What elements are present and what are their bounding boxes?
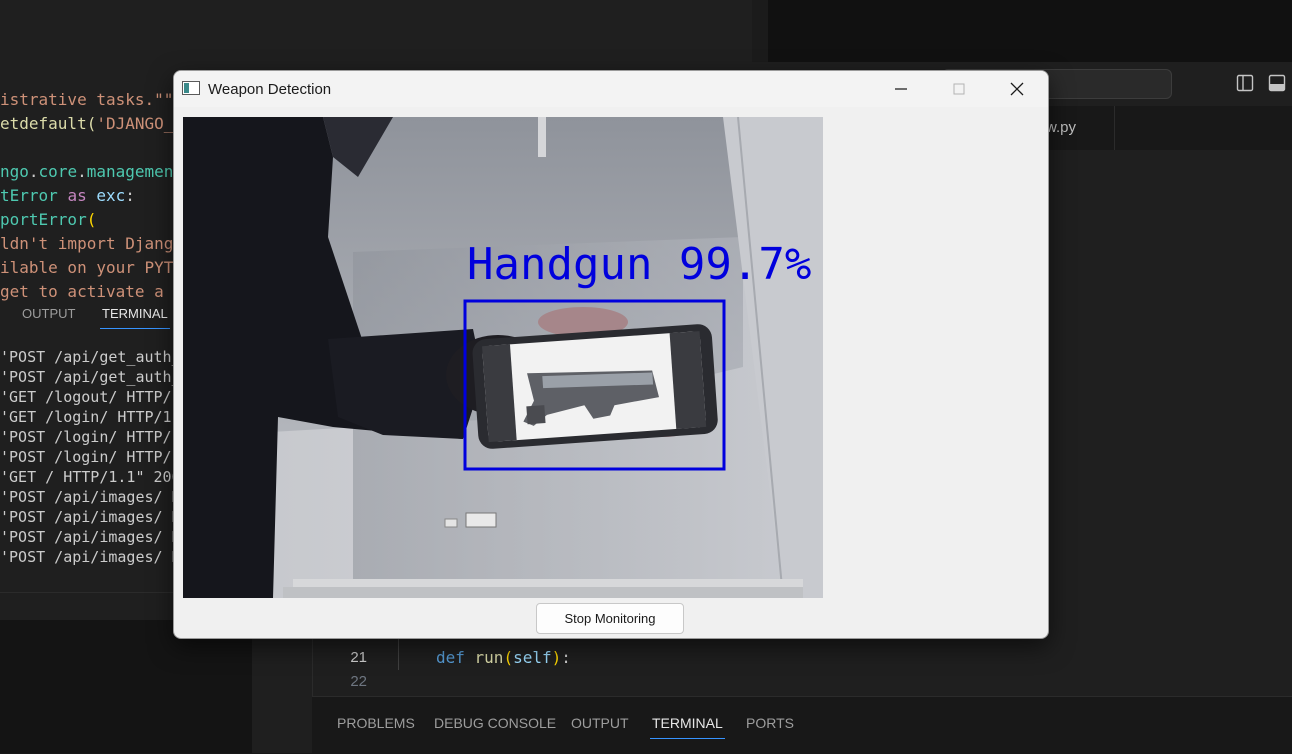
tab-output-left[interactable]: OUTPUT <box>22 306 75 321</box>
activity-bar-bottom <box>252 696 312 753</box>
terminal-line: 'GET /logout/ HTTP/1 <box>0 388 181 406</box>
tab-terminal-left[interactable]: TERMINAL <box>100 306 170 329</box>
code-token: portError <box>0 210 87 229</box>
code-token: tError <box>0 186 68 205</box>
code-token: ( <box>86 210 97 229</box>
window-title: Weapon Detection <box>208 81 332 98</box>
app-window-icon <box>182 81 200 95</box>
code-line: ngo.core.managemen <box>0 162 173 181</box>
tab-ports[interactable]: PORTS <box>746 715 794 731</box>
minimize-icon[interactable] <box>872 71 930 107</box>
tab-output[interactable]: OUTPUT <box>571 715 629 731</box>
code-line: ilable on your PYT <box>0 258 173 277</box>
terminal-line: 'GET / HTTP/1.1" 200 <box>0 468 181 486</box>
tab-problems[interactable]: PROBLEMS <box>337 715 415 731</box>
code-token: exc <box>96 186 126 205</box>
window-titlebar[interactable]: Weapon Detection <box>174 71 1048 107</box>
window-border <box>752 0 768 62</box>
detection-label: Handgun 99.7% <box>467 239 811 290</box>
code-token: managemen <box>86 162 174 181</box>
code-token: . <box>77 162 87 181</box>
code-token: ngo <box>0 162 29 181</box>
terminal-line: 'GET /login/ HTTP/1. <box>0 408 181 426</box>
toggle-sidebar-icon[interactable] <box>1236 74 1254 92</box>
code-token: ) <box>551 648 562 667</box>
terminal-line: 'POST /api/get_auth_ <box>0 368 181 386</box>
editor-tab-label: w.py <box>1046 119 1077 136</box>
code-token: istrative tasks."" <box>0 90 174 109</box>
code-line: tError as exc: <box>0 186 135 205</box>
code-token: self <box>513 648 552 667</box>
indent-guide <box>398 634 399 670</box>
code-token: as <box>67 186 97 205</box>
background-dark-area <box>0 620 252 753</box>
background-dark-strip <box>768 0 1292 62</box>
code-token: etdefault( <box>0 114 97 133</box>
code-line: get to activate a <box>0 282 173 301</box>
code-token: ldn't import Djang <box>0 234 174 253</box>
close-icon[interactable] <box>988 71 1046 107</box>
code-token: . <box>28 162 39 181</box>
code-token: 'DJANGO_ <box>96 114 174 133</box>
line-number-current: 21 <box>350 649 367 666</box>
code-token: run <box>474 648 504 667</box>
terminal-line: 'POST /api/get_auth_ <box>0 348 181 366</box>
code-token: core <box>38 162 78 181</box>
weapon-detection-window: Weapon Detection Handgun 99.7% Stop Moni… <box>173 70 1049 639</box>
terminal-line: 'POST /login/ HTTP/1 <box>0 448 181 466</box>
code-line: portError( <box>0 210 96 229</box>
code-token: def <box>436 648 475 667</box>
terminal-line: 'POST /api/images/ H <box>0 488 181 506</box>
terminal-line: 'POST /api/images/ H <box>0 528 181 546</box>
stop-monitoring-button[interactable]: Stop Monitoring <box>536 603 684 634</box>
code-token: ilable on your PYT <box>0 258 174 277</box>
code-token: ( <box>503 648 514 667</box>
code-line: ldn't import Djang <box>0 234 173 253</box>
code-token: : <box>561 648 571 667</box>
terminal-line: 'POST /login/ HTTP/1 <box>0 428 181 446</box>
tab-terminal[interactable]: TERMINAL <box>650 715 725 739</box>
code-line-21: def run(self): <box>436 648 571 667</box>
camera-feed: Handgun 99.7% <box>183 117 823 598</box>
code-token: : <box>125 186 135 205</box>
code-line: istrative tasks."" <box>0 90 173 109</box>
toggle-panel-icon[interactable] <box>1268 74 1286 92</box>
terminal-line: 'POST /api/images/ H <box>0 508 181 526</box>
code-token: get to activate a <box>0 282 174 301</box>
terminal-line: 'POST /api/images/ H <box>0 548 181 566</box>
tab-debug-console[interactable]: DEBUG CONSOLE <box>434 715 556 731</box>
line-number: 22 <box>350 673 367 690</box>
maximize-icon[interactable] <box>930 71 988 107</box>
code-line: etdefault('DJANGO_ <box>0 114 173 133</box>
bottom-panel-tabs: PROBLEMS DEBUG CONSOLE OUTPUT TERMINAL P… <box>312 696 1292 754</box>
camera-frame-image: Handgun 99.7% <box>183 117 823 598</box>
